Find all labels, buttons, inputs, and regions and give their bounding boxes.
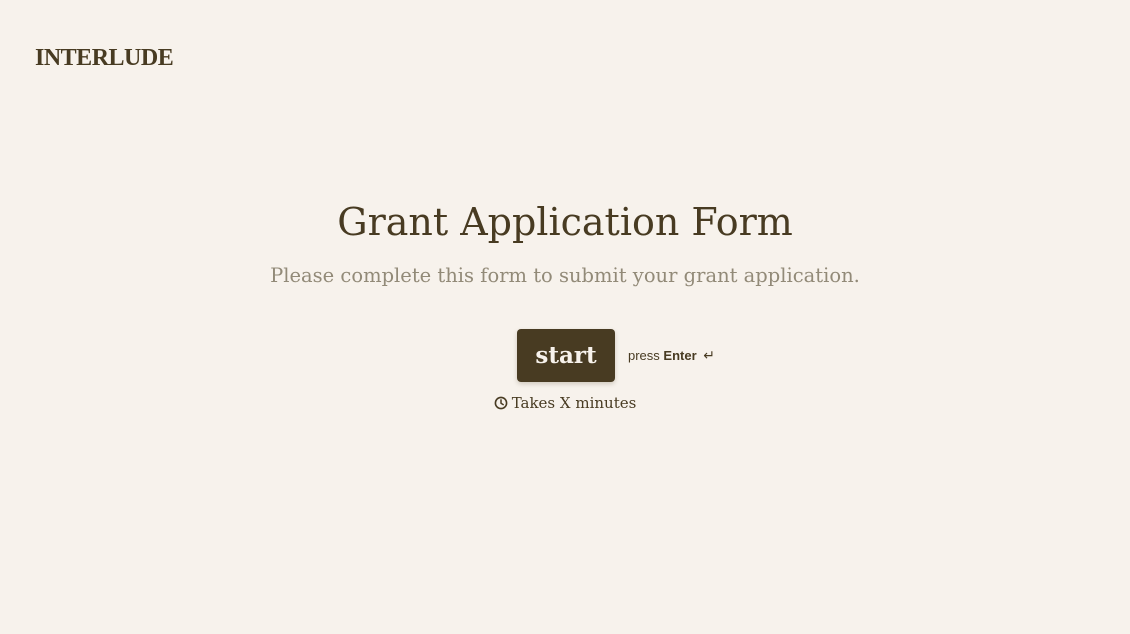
- brand-logo: INTERLUDE: [35, 45, 174, 71]
- start-button[interactable]: start: [517, 329, 615, 382]
- welcome-screen: Grant Application Form Please complete t…: [0, 196, 1130, 414]
- form-title: Grant Application Form: [337, 200, 793, 244]
- press-label: press: [628, 348, 660, 363]
- duration-text: Takes X minutes: [511, 394, 637, 412]
- start-action-row: start press Enter ↵: [0, 329, 1130, 382]
- enter-key-label: Enter: [663, 348, 697, 363]
- duration-info: Takes X minutes: [494, 393, 637, 413]
- enter-key-icon: ↵: [703, 347, 716, 363]
- press-enter-hint: press Enter ↵: [628, 346, 715, 365]
- form-subtitle: Please complete this form to submit your…: [270, 264, 860, 287]
- clock-icon: [494, 396, 508, 410]
